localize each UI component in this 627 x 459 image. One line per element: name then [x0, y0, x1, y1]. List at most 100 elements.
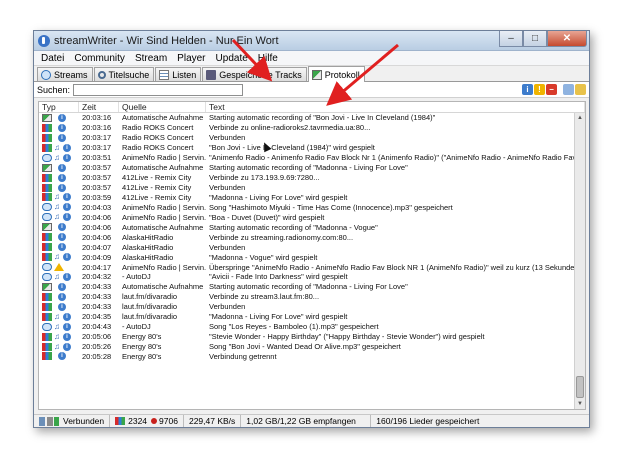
stream-icon — [42, 302, 52, 311]
maximize-button[interactable]: □ — [523, 31, 547, 47]
log-row[interactable]: i 20:04:33 laut.fm/divaradio Verbunden — [39, 302, 574, 312]
menu-datei[interactable]: Datei — [36, 53, 69, 64]
info-icon: i — [58, 133, 66, 142]
scroll-up-icon[interactable]: ▲ — [575, 113, 585, 123]
row-source: laut.fm/divaradio — [122, 302, 178, 312]
log-row[interactable]: ♫ i 20:05:26 Energy 80's Song "Bon Jovi - Wa… — [39, 342, 574, 352]
tab-titelsuche[interactable]: Titelsuche — [93, 67, 155, 81]
row-text: Verbinde zu streaming.radionomy.com:80..… — [209, 232, 354, 242]
status-connection: Verbunden — [34, 415, 111, 427]
log-row[interactable]: ♫ i 20:04:06 AnimeNfo Radio | Servin... "Boa… — [39, 212, 574, 222]
row-type-cell: ♫ i — [39, 202, 79, 212]
row-time: 20:03:17 — [82, 143, 112, 153]
status-speed: 229,47 KB/s — [184, 415, 242, 427]
auto-record-icon — [42, 113, 52, 122]
stream-icon — [42, 123, 52, 132]
status-received: 1,02 GB/1,22 GB empfangen — [241, 415, 372, 427]
stream-icon — [42, 332, 52, 341]
row-source: AnimeNfo Radio | Servin... — [122, 202, 206, 212]
log-row[interactable]: i 20:03:57 412Live - Remix City Verbinde zu… — [39, 173, 574, 183]
column-type[interactable]: Typ — [39, 102, 79, 112]
log-list[interactable]: Typ Zeit Quelle Text i 20:03:16 Automatisc… — [38, 101, 586, 410]
menu-hilfe[interactable]: Hilfe — [253, 53, 283, 64]
log-row[interactable]: ♫ i 20:04:32- AutoDJ "Avicii - Fade Into Da… — [39, 272, 574, 282]
music-note-icon: ♫ — [54, 202, 60, 212]
stream-icon — [42, 193, 52, 202]
copy-icon[interactable] — [563, 84, 574, 95]
music-note-icon: ♫ — [54, 311, 60, 321]
log-row[interactable]: i 20:05:28 Energy 80's Verbindung getrennt — [39, 352, 574, 362]
log-row[interactable]: 20:04:17 AnimeNfo Radio | Servin... Übersp… — [39, 262, 574, 272]
log-row[interactable]: i 20:03:17 Radio ROKS Concert Verbunden — [39, 133, 574, 143]
log-row[interactable]: i 20:03:57 Automatische Aufnahme Starting a… — [39, 163, 574, 173]
menu-stream[interactable]: Stream — [130, 53, 172, 64]
scroll-thumb[interactable] — [576, 376, 584, 398]
row-text: Verbunden — [209, 302, 246, 312]
row-text: Verbunden — [209, 242, 246, 252]
row-time: 20:03:17 — [82, 133, 112, 143]
music-note-icon: ♫ — [54, 212, 60, 222]
record-icon — [151, 418, 158, 424]
clear-icon[interactable] — [575, 84, 586, 95]
title-bar[interactable]: streamWriter - Wir Sind Helden - Nur Ein… — [34, 31, 589, 51]
vertical-scrollbar[interactable]: ▲ ▼ — [574, 113, 585, 409]
row-text: "Boa - Duvet (Duvet)" wird gespielt — [209, 212, 325, 222]
row-source: Energy 80's — [122, 342, 162, 352]
row-type-cell: i — [39, 282, 79, 291]
row-source: Automatische Aufnahme — [122, 222, 204, 232]
row-type-cell: i — [39, 183, 79, 192]
log-row[interactable]: i 20:03:57 412Live - Remix City Verbunden — [39, 183, 574, 193]
row-type-cell: i — [39, 292, 79, 301]
log-row[interactable]: ♫ i 20:03:59 412Live - Remix City "Madonna -… — [39, 193, 574, 203]
row-source: AlaskaHitRadio — [122, 242, 174, 252]
scroll-down-icon[interactable]: ▼ — [575, 399, 585, 409]
log-row[interactable]: ♫ i 20:05:06 Energy 80's "Stevie Wonder - Ha… — [39, 332, 574, 342]
info-icon: i — [63, 322, 71, 331]
stream-icon — [42, 243, 52, 252]
menu-player[interactable]: Player — [172, 53, 210, 64]
menu-community[interactable]: Community — [69, 53, 130, 64]
row-time: 20:04:32 — [82, 272, 112, 282]
log-row[interactable]: ♫ i 20:03:17 Radio ROKS Concert "Bon Jovi - … — [39, 143, 574, 153]
log-row[interactable]: i 20:03:16 Radio ROKS Concert Verbinde zu o… — [39, 123, 574, 133]
row-type-cell: ♫ i — [39, 153, 79, 162]
row-source: Automatische Aufnahme — [122, 282, 204, 292]
info-icon: i — [58, 282, 66, 291]
log-row[interactable]: i 20:04:06 Automatische Aufnahme Starting a… — [39, 222, 574, 232]
info-icon: i — [63, 253, 71, 262]
close-button[interactable]: ✕ — [547, 31, 587, 47]
row-time: 20:04:06 — [82, 212, 112, 222]
music-note-icon: ♫ — [54, 341, 60, 351]
tab-gespeicherte-tracks[interactable]: Gespeicherte Tracks — [202, 67, 307, 81]
log-row[interactable]: i 20:03:16 Automatische Aufnahme Starting a… — [39, 113, 574, 123]
stream-icon — [42, 292, 52, 301]
search-input[interactable] — [73, 83, 244, 96]
filter-info-icon[interactable]: i — [522, 84, 533, 95]
row-text: Verbinde zu online-radioroks2.tavrmedia.… — [209, 123, 371, 133]
column-text[interactable]: Text — [206, 102, 585, 112]
row-type-cell: ♫ i — [39, 311, 79, 321]
window-title: streamWriter - Wir Sind Helden - Nur Ein… — [54, 34, 279, 47]
column-source[interactable]: Quelle — [119, 102, 206, 112]
tab-protokoll-label: Protokoll — [324, 69, 360, 80]
log-row[interactable]: ♫ i 20:04:35 laut.fm/divaradio "Madonna - Li… — [39, 312, 574, 322]
log-row[interactable]: ♫ i 20:04:03 AnimeNfo Radio | Servin... Song… — [39, 202, 574, 212]
tab-protokoll[interactable]: Protokoll — [307, 66, 365, 82]
log-row[interactable]: ♫ i 20:04:09 AlaskaHitRadio "Madonna - Vogue… — [39, 252, 574, 262]
filter-warning-icon[interactable]: ! — [534, 84, 545, 95]
tab-listen[interactable]: Listen — [155, 67, 202, 81]
log-row[interactable]: i 20:04:06 AlaskaHitRadio Verbinde zu strea… — [39, 232, 574, 242]
log-row[interactable]: ♫ i 20:03:51 AnimeNfo Radio | Servin... "Ani… — [39, 153, 574, 163]
listeners-icon — [115, 417, 126, 425]
log-row[interactable]: i 20:04:07 AlaskaHitRadio Verbunden — [39, 242, 574, 252]
minimize-button[interactable]: – — [499, 31, 523, 47]
log-row[interactable]: i 20:04:33 Automatische Aufnahme Starting a… — [39, 282, 574, 292]
log-row[interactable]: i 20:04:33 laut.fm/divaradio Verbinde zu st… — [39, 292, 574, 302]
menu-update[interactable]: Update — [211, 53, 253, 64]
tab-streams[interactable]: Streams — [37, 67, 93, 81]
column-time[interactable]: Zeit — [79, 102, 119, 112]
filter-error-icon[interactable]: − — [546, 84, 557, 95]
log-row[interactable]: ♫ i 20:04:43- AutoDJ Song "Los Reyes - Bamb… — [39, 322, 574, 332]
music-note-icon: ♫ — [54, 272, 60, 281]
info-icon: i — [63, 143, 71, 152]
